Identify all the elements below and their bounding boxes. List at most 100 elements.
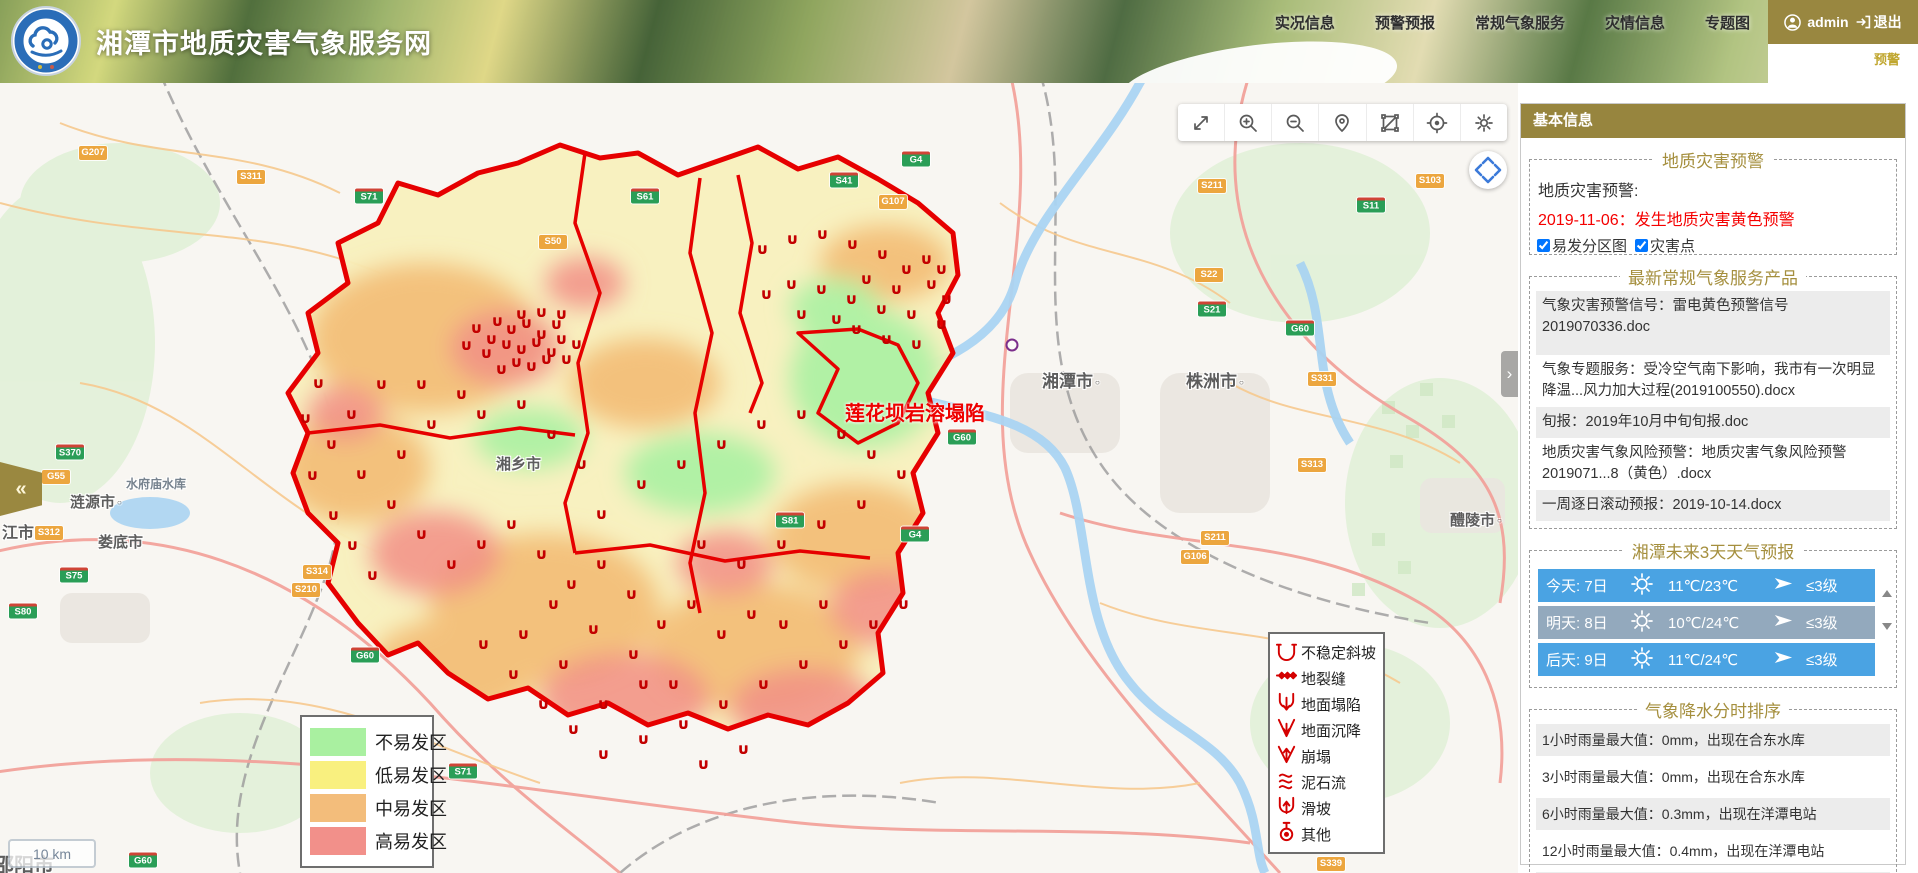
disaster-point-marker[interactable]: ∪	[850, 320, 862, 338]
disaster-point-marker[interactable]: ∪	[890, 280, 902, 298]
disaster-point-marker[interactable]: ∪	[735, 555, 747, 573]
nav-item-常规气象服务[interactable]: 常规气象服务	[1475, 12, 1565, 33]
disaster-point-marker[interactable]: ∪	[627, 645, 639, 663]
nav-item-预警预报[interactable]: 预警预报	[1375, 12, 1435, 33]
disaster-point-marker[interactable]: ∪	[865, 445, 877, 463]
disaster-point-marker[interactable]: ∪	[625, 585, 637, 603]
scroll-up-icon[interactable]	[1882, 590, 1892, 597]
nav-item-灾情信息[interactable]: 灾情信息	[1605, 12, 1665, 33]
disaster-point-marker[interactable]: ∪	[517, 625, 529, 643]
disaster-point-marker[interactable]: ∪	[835, 425, 847, 443]
points-checkbox[interactable]	[1635, 239, 1648, 252]
disaster-point-marker[interactable]: ∪	[860, 270, 872, 288]
disaster-point-marker[interactable]: ∪	[895, 465, 907, 483]
disaster-point-marker[interactable]: ∪	[415, 525, 427, 543]
disaster-point-marker[interactable]: ∪	[306, 466, 318, 484]
disaster-point-marker[interactable]: ∪	[575, 455, 587, 473]
disaster-point-marker[interactable]: ∪	[587, 620, 599, 638]
disaster-point-marker[interactable]: ∪	[535, 303, 547, 321]
disaster-point-marker[interactable]: ∪	[480, 344, 492, 362]
disaster-point-marker[interactable]: ∪	[515, 395, 527, 413]
product-row[interactable]: 一周逐日滚动预报：2019-10-14.docx	[1536, 490, 1890, 521]
disaster-point-marker[interactable]: ∪	[897, 595, 909, 613]
disaster-point-marker[interactable]: ∪	[445, 555, 457, 573]
disaster-point-marker[interactable]: ∪	[366, 566, 378, 584]
map-canvas[interactable]: ∪ ∪ ∪ ∪ ∪ ∪ ∪ ∪ ∪ ∪ ∪ ∪ ∪ ∪ ∪ ∪ ∪ ∪ ∪ ∪ ∪ ∪ ∪ ∪ ∪ ∪ ∪ ∪ ∪ ∪ ∪ ∪ ∪ ∪ ∪ ∪ ∪ ∪ ∪ ∪…	[0, 83, 1518, 873]
disaster-point-marker[interactable]: ∪	[595, 505, 607, 523]
disaster-point-marker[interactable]: ∪	[795, 305, 807, 323]
disaster-point-marker[interactable]: ∪	[470, 319, 482, 337]
product-row[interactable]: 气象专题服务：受冷空气南下影响，我市有一次明显降温...风力加大过程(20191…	[1536, 355, 1890, 407]
special-point-marker[interactable]	[1006, 339, 1019, 352]
zoom-out-button[interactable]	[1272, 104, 1319, 141]
disaster-point-marker[interactable]: ∪	[797, 655, 809, 673]
disaster-point-marker[interactable]: ∪	[325, 435, 337, 453]
disaster-point-marker[interactable]: ∪	[817, 595, 829, 613]
disaster-point-marker[interactable]: ∪	[667, 675, 679, 693]
disaster-point-marker[interactable]: ∪	[880, 330, 892, 348]
disaster-point-marker[interactable]: ∪	[815, 280, 827, 298]
disaster-point-marker[interactable]: ∪	[715, 435, 727, 453]
disaster-point-marker[interactable]: ∪	[755, 415, 767, 433]
disaster-point-marker[interactable]: ∪	[815, 515, 827, 533]
disaster-point-marker[interactable]: ∪	[345, 405, 357, 423]
disaster-point-marker[interactable]: ∪	[830, 310, 842, 328]
disaster-point-marker[interactable]: ∪	[375, 375, 387, 393]
disaster-point-marker[interactable]: ∪	[505, 515, 517, 533]
disaster-point-marker[interactable]: ∪	[495, 360, 507, 378]
disaster-point-marker[interactable]: ∪	[477, 635, 489, 653]
zoom-in-button[interactable]	[1225, 104, 1272, 141]
collapse-right-tab[interactable]: ›	[1501, 351, 1518, 397]
disaster-point-marker[interactable]: ∪	[595, 555, 607, 573]
disaster-point-marker[interactable]: ∪	[545, 425, 557, 443]
disaster-point-marker[interactable]: ∪	[935, 315, 947, 333]
disaster-point-marker[interactable]: ∪	[567, 720, 579, 738]
disaster-point-marker[interactable]: ∪	[327, 506, 339, 524]
disaster-point-marker[interactable]: ∪	[920, 250, 932, 268]
disaster-point-marker[interactable]: ∪	[346, 536, 358, 554]
nav-item-实况信息[interactable]: 实况信息	[1275, 12, 1335, 33]
disaster-point-marker[interactable]: ∪	[455, 385, 467, 403]
disaster-point-marker[interactable]: ∪	[816, 225, 828, 243]
crosshair-button[interactable]	[1414, 104, 1461, 141]
nav-item-专题图[interactable]: 专题图	[1705, 12, 1750, 33]
rect-select-button[interactable]	[1367, 104, 1414, 141]
forecast-scrollbar[interactable]	[1881, 590, 1893, 630]
forecast-row[interactable]: 后天: 9日11℃/24℃≤3级	[1538, 643, 1875, 676]
product-row[interactable]: 旬报：2019年10月中旬旬报.doc	[1536, 407, 1890, 438]
fullscreen-button[interactable]	[1178, 104, 1225, 141]
disaster-point-marker[interactable]: ∪	[510, 353, 522, 371]
disaster-point-marker[interactable]: ∪	[697, 755, 709, 773]
disaster-point-marker[interactable]: ∪	[570, 335, 582, 353]
disaster-point-marker[interactable]: ∪	[756, 240, 768, 258]
disaster-point-marker[interactable]: ∪	[775, 535, 787, 553]
admin-username[interactable]: admin	[1807, 14, 1848, 30]
disaster-point-marker[interactable]: ∪	[935, 260, 947, 278]
disaster-point-marker[interactable]: ∪	[557, 655, 569, 673]
disaster-point-marker[interactable]: ∪	[385, 495, 397, 513]
disaster-point-marker[interactable]: ∪	[355, 465, 367, 483]
settings-button[interactable]	[1461, 104, 1507, 141]
disaster-point-marker[interactable]: ∪	[795, 405, 807, 423]
disaster-point-marker[interactable]: ∪	[415, 375, 427, 393]
disaster-point-marker[interactable]: ∪	[475, 535, 487, 553]
scroll-down-icon[interactable]	[1882, 623, 1892, 630]
disaster-point-marker[interactable]: ∪	[905, 305, 917, 323]
disaster-point-marker[interactable]: ∪	[637, 730, 649, 748]
disaster-point-marker[interactable]: ∪	[535, 545, 547, 563]
locate-button[interactable]	[1319, 104, 1366, 141]
zones-layer-toggle[interactable]: 易发分区图	[1537, 235, 1627, 256]
disaster-point-marker[interactable]: ∪	[675, 455, 687, 473]
disaster-point-marker[interactable]: ∪	[677, 715, 689, 733]
forecast-row[interactable]: 明天: 8日10℃/24℃≤3级	[1538, 606, 1875, 639]
disaster-point-marker[interactable]: ∪	[737, 740, 749, 758]
disaster-point-marker[interactable]: ∪	[715, 625, 727, 643]
zones-checkbox[interactable]	[1537, 239, 1550, 252]
disaster-point-marker[interactable]: ∪	[777, 615, 789, 633]
disaster-point-marker[interactable]: ∪	[635, 475, 647, 493]
disaster-point-marker[interactable]: ∪	[655, 615, 667, 633]
disaster-point-marker[interactable]: ∪	[530, 333, 542, 351]
disaster-point-marker[interactable]: ∪	[537, 695, 549, 713]
disaster-point-marker[interactable]: ∪	[299, 409, 311, 427]
disaster-point-marker[interactable]: ∪	[875, 300, 887, 318]
